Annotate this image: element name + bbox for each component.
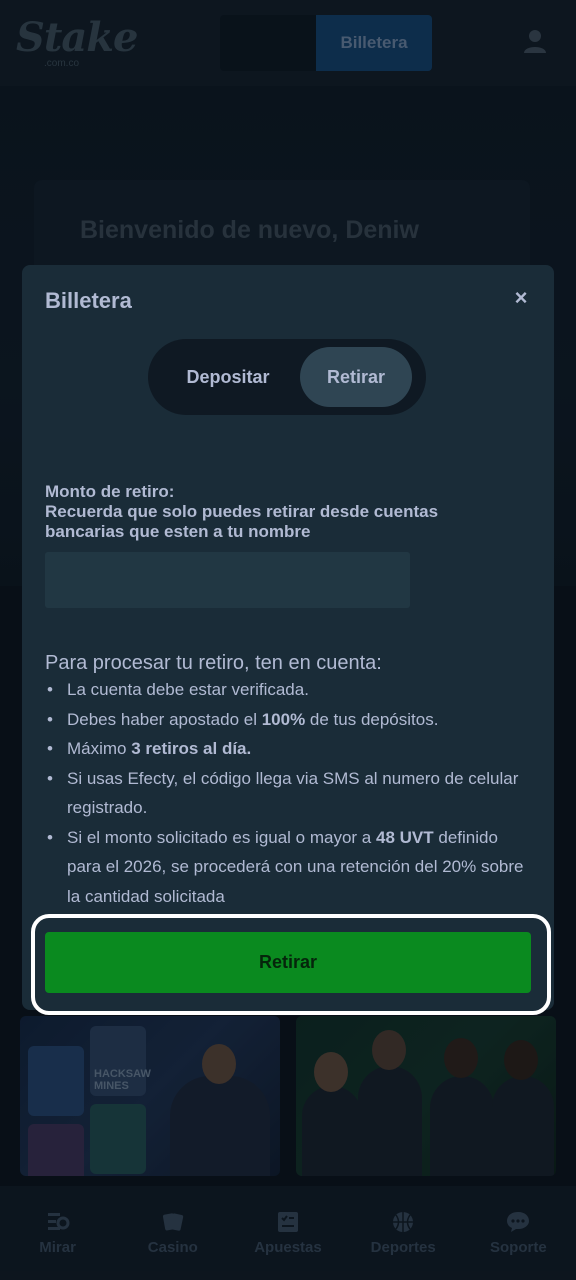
withdraw-amount-label: Monto de retiro: Recuerda que solo puede… — [45, 482, 465, 542]
modal-title: Billetera — [45, 288, 132, 313]
withdraw-amount-input[interactable] — [45, 552, 410, 608]
info-list: La cuenta debe estar verificada. Debes h… — [45, 675, 525, 911]
info-item: Máximo 3 retiros al día. — [45, 734, 525, 764]
info-item: La cuenta debe estar verificada. — [45, 675, 525, 705]
amount-label-title: Monto de retiro: — [45, 482, 175, 501]
wallet-modal: Billetera × Depositar Retirar Monto de r… — [22, 265, 554, 1010]
info-item: Si usas Efecty, el código llega via SMS … — [45, 764, 525, 823]
withdraw-submit-button[interactable]: Retirar — [45, 932, 531, 993]
info-heading: Para procesar tu retiro, ten en cuenta: — [45, 652, 382, 674]
wallet-tabs: Depositar Retirar — [148, 339, 426, 415]
info-item: Debes haber apostado el 100% de tus depó… — [45, 705, 525, 735]
tab-retirar[interactable]: Retirar — [300, 347, 412, 407]
close-icon[interactable]: × — [510, 287, 532, 309]
amount-label-note: Recuerda que solo puedes retirar desde c… — [45, 502, 439, 541]
info-item: Si el monto solicitado es igual o mayor … — [45, 823, 525, 912]
tab-depositar[interactable]: Depositar — [156, 347, 300, 407]
